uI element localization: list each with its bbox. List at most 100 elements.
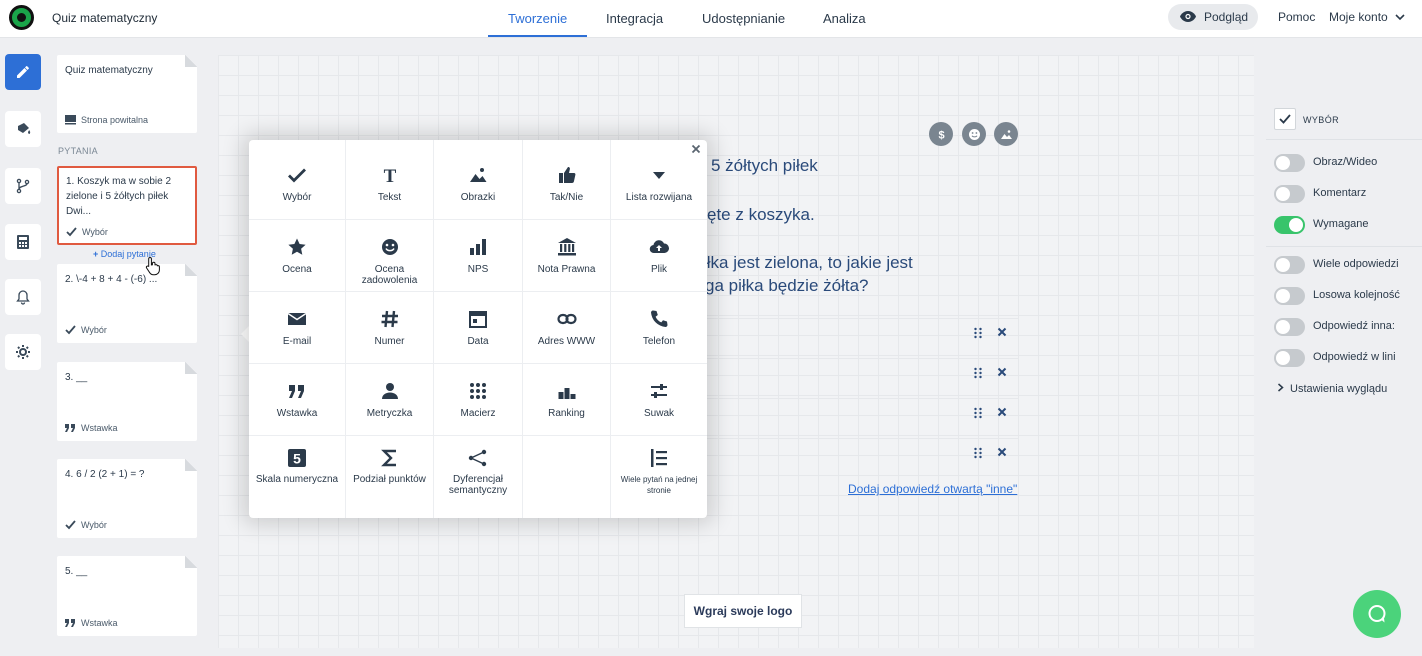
calculator-icon bbox=[17, 235, 29, 249]
toggle-inline-answers[interactable] bbox=[1274, 349, 1305, 367]
close-icon[interactable] bbox=[997, 407, 1007, 417]
image-button[interactable] bbox=[994, 122, 1018, 146]
type-semantic-differential[interactable]: Dyferencjał semantyczny bbox=[434, 436, 523, 518]
type-satisfaction[interactable]: Ocena zadowolenia bbox=[346, 220, 434, 292]
answer-row[interactable] bbox=[707, 438, 1018, 464]
help-link[interactable]: Pomoc bbox=[1278, 10, 1315, 24]
type-website[interactable]: Adres WWW bbox=[523, 292, 611, 364]
type-label: Lista rozwijana bbox=[625, 192, 693, 203]
app-logo[interactable] bbox=[9, 5, 34, 30]
type-nps[interactable]: NPS bbox=[434, 220, 523, 292]
card-fold bbox=[185, 556, 197, 568]
type-slider[interactable]: Suwak bbox=[611, 364, 707, 436]
close-icon[interactable] bbox=[691, 144, 701, 154]
chevron-down-icon[interactable] bbox=[1395, 13, 1405, 21]
rail-edit-button[interactable] bbox=[5, 54, 41, 90]
answer-row[interactable] bbox=[707, 398, 1018, 424]
welcome-card[interactable]: Quiz matematyczny Strona powitalna bbox=[57, 55, 197, 133]
svg-text:$: $ bbox=[938, 129, 944, 141]
rail-theme-button[interactable] bbox=[5, 111, 41, 147]
top-bar: Quiz matematyczny Tworzenie Integracja U… bbox=[0, 0, 1422, 38]
drag-handle-icon[interactable] bbox=[973, 447, 983, 459]
tab-integration[interactable]: Integracja bbox=[606, 11, 663, 26]
app-title: Quiz matematyczny bbox=[52, 11, 158, 25]
type-yes-no[interactable]: Tak/Nie bbox=[523, 140, 611, 220]
question-card-4[interactable]: 4. 6 / 2 (2 + 1) = ? Wybór bbox=[57, 459, 197, 538]
question-card-1[interactable]: 1. Koszyk ma w sobie 2 zielone i 5 żółty… bbox=[57, 166, 197, 245]
answer-row[interactable] bbox=[707, 318, 1018, 344]
close-icon[interactable] bbox=[997, 447, 1007, 457]
type-numeric-scale[interactable]: 5 Skala numeryczna bbox=[249, 436, 346, 518]
type-demographics[interactable]: Metryczka bbox=[346, 364, 434, 436]
type-phone[interactable]: Telefon bbox=[611, 292, 707, 364]
toggle-label: Obraz/Wideo bbox=[1313, 156, 1378, 168]
check-icon bbox=[288, 168, 306, 183]
question-type-grid: Wybór T Tekst Obrazki Tak/Nie Lista rozw… bbox=[249, 140, 707, 518]
drag-handle-icon[interactable] bbox=[973, 407, 983, 419]
toggle-comment[interactable] bbox=[1274, 185, 1305, 203]
emoji-button[interactable] bbox=[962, 122, 986, 146]
type-rating[interactable]: Ocena bbox=[249, 220, 346, 292]
question-card-3[interactable]: 3. __ Wstawka bbox=[57, 362, 197, 441]
type-label: Ocena bbox=[282, 264, 312, 275]
type-multi-question-page[interactable]: Wiele pytań na jednej stronie bbox=[611, 436, 707, 518]
upload-logo-button[interactable]: Wgraj swoje logo bbox=[684, 594, 802, 628]
answer-row[interactable] bbox=[707, 358, 1018, 384]
divider bbox=[1266, 139, 1422, 140]
type-matrix[interactable]: Macierz bbox=[434, 364, 523, 436]
type-label: Podział punktów bbox=[353, 474, 426, 485]
type-statement[interactable]: Wstawka bbox=[249, 364, 346, 436]
tab-analysis[interactable]: Analiza bbox=[823, 11, 866, 26]
empty-cell bbox=[523, 436, 611, 518]
type-text[interactable]: T Tekst bbox=[346, 140, 434, 220]
rail-notifications-button[interactable] bbox=[5, 279, 41, 315]
type-label: Wstawka bbox=[276, 408, 318, 419]
person-icon bbox=[381, 383, 398, 399]
drag-handle-icon[interactable] bbox=[973, 327, 983, 339]
type-date[interactable]: Data bbox=[434, 292, 523, 364]
calendar-icon bbox=[469, 311, 487, 328]
type-legal[interactable]: Nota Prawna bbox=[523, 220, 611, 292]
account-menu[interactable]: Moje konto bbox=[1329, 10, 1388, 24]
rail-calculator-button[interactable] bbox=[5, 224, 41, 260]
rail-logic-button[interactable] bbox=[5, 168, 41, 204]
toggle-required[interactable] bbox=[1274, 216, 1305, 234]
add-other-answer-link[interactable]: Dodaj odpowiedź otwartą "inne" bbox=[848, 482, 1017, 496]
tab-create[interactable]: Tworzenie bbox=[508, 11, 567, 26]
toggle-multiple-answers[interactable] bbox=[1274, 256, 1305, 274]
question-line-3[interactable]: iłka jest zielona, to jakie jest bbox=[703, 253, 913, 273]
type-label: Macierz bbox=[460, 408, 496, 419]
toggle-image-video[interactable] bbox=[1274, 154, 1305, 172]
question-card-2[interactable]: 2. \-4 + 8 + 4 - (-6) ... Wybór bbox=[57, 264, 197, 343]
close-icon[interactable] bbox=[997, 327, 1007, 337]
question-type: Wybór bbox=[65, 519, 107, 530]
chat-button[interactable] bbox=[1353, 590, 1401, 638]
text-icon: T bbox=[383, 166, 396, 185]
question-card-5[interactable]: 5. __ Wstawka bbox=[57, 556, 197, 636]
rail-settings-button[interactable] bbox=[5, 334, 41, 370]
question-line-1[interactable]: 5 żółtych piłek bbox=[711, 156, 818, 176]
type-email[interactable]: E-mail bbox=[249, 292, 346, 364]
question-line-2[interactable]: ęte z koszyka. bbox=[707, 205, 815, 225]
question-line-4[interactable]: ga piłka będzie żółta? bbox=[705, 276, 869, 296]
tab-sharing[interactable]: Udostępnianie bbox=[702, 11, 785, 26]
type-ranking[interactable]: Ranking bbox=[523, 364, 611, 436]
settings-heading: WYBÓR bbox=[1303, 115, 1340, 125]
image-icon bbox=[470, 168, 487, 182]
check-icon bbox=[65, 520, 76, 530]
currency-button[interactable]: $ bbox=[929, 122, 953, 146]
appearance-settings-link[interactable]: Ustawienia wyglądu bbox=[1277, 383, 1387, 395]
close-icon[interactable] bbox=[997, 367, 1007, 377]
quote-icon bbox=[289, 385, 304, 398]
type-file[interactable]: Plik bbox=[611, 220, 707, 292]
type-points-allocation[interactable]: Podział punktów bbox=[346, 436, 434, 518]
preview-button[interactable]: Podgląd bbox=[1168, 4, 1258, 30]
toggle-other-answer[interactable] bbox=[1274, 318, 1305, 336]
type-choice[interactable]: Wybór bbox=[249, 140, 346, 220]
type-number[interactable]: Numer bbox=[346, 292, 434, 364]
type-label: Dyferencjał semantyczny bbox=[448, 474, 508, 496]
type-images[interactable]: Obrazki bbox=[434, 140, 523, 220]
drag-handle-icon[interactable] bbox=[973, 367, 983, 379]
question-type-checkbox[interactable] bbox=[1274, 108, 1296, 130]
toggle-random-order[interactable] bbox=[1274, 287, 1305, 305]
